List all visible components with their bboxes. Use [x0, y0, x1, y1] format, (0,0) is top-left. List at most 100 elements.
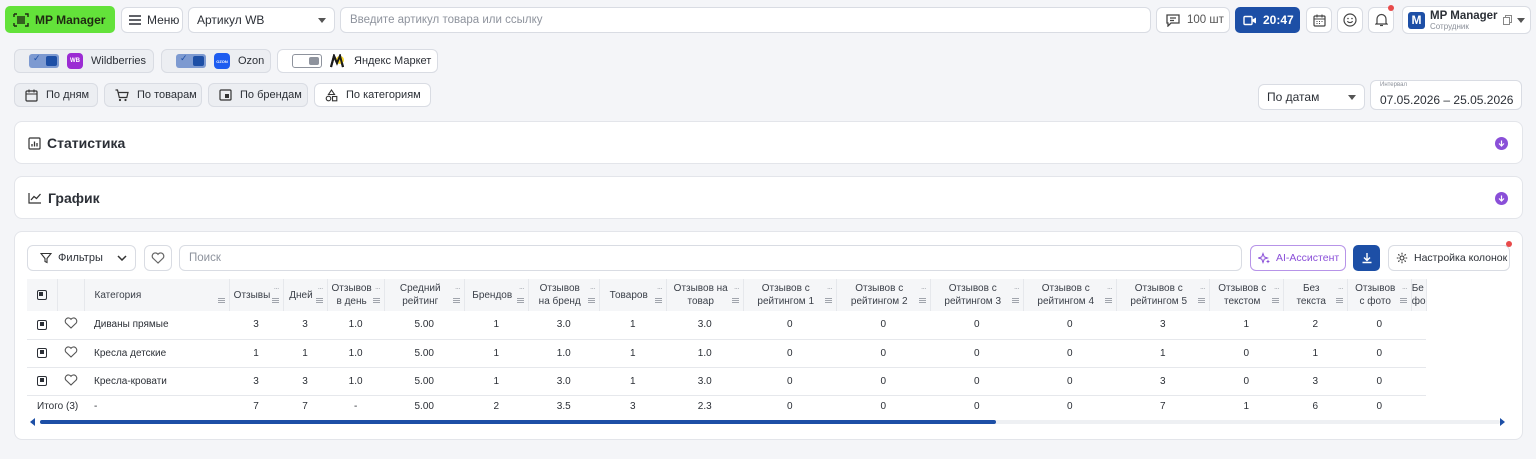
column-menu-icon[interactable] [315, 298, 323, 303]
total-cell: 3 [629, 401, 636, 413]
download-button[interactable] [1353, 245, 1380, 271]
articul-select[interactable]: Артикул WB [188, 7, 335, 33]
column-menu-icon[interactable] [731, 298, 739, 303]
row-favorite-cell[interactable] [57, 339, 84, 368]
menu-button[interactable]: Меню [121, 7, 183, 33]
column-header[interactable]: Отзывов с рейтингом 4 ··· [1023, 279, 1117, 311]
messages-count-button[interactable]: 100 шт [1156, 7, 1230, 33]
column-header[interactable]: Отзывов с рейтингом 3 ··· [930, 279, 1024, 311]
tab-by-products[interactable]: По товарам [104, 83, 202, 107]
column-header[interactable]: Отзывов с рейтингом 1 ··· [743, 279, 837, 311]
marketplace-label: Яндекс Маркет [354, 55, 432, 67]
scroll-right-icon[interactable] [1500, 418, 1506, 426]
heart-icon[interactable] [64, 317, 78, 330]
table-cell: 0 [1209, 339, 1284, 368]
date-interval-input[interactable]: Интервал 07.05.2026 – 25.05.2026 [1370, 80, 1522, 110]
column-menu-icon[interactable] [918, 298, 926, 303]
article-search-input[interactable]: Введите артикул товара или ссылку [340, 7, 1151, 33]
column-menu-icon[interactable] [824, 298, 832, 303]
interval-value: 07.05.2026 – 25.05.2026 [1380, 93, 1514, 107]
column-header[interactable]: Отзывов с рейтингом 5 ··· [1116, 279, 1210, 311]
table-row[interactable]: Кресла-кровати 3 3 1.0 5.00 1 3.0 1 3.0 0 0 0 0 3 0 3 0 [27, 367, 1427, 396]
column-header[interactable]: Дней ··· [283, 279, 328, 311]
column-header[interactable]: Категория [84, 279, 230, 311]
marketplace-toggle-wildberries[interactable]: WB Wildberries [14, 49, 154, 73]
select-all-cell[interactable] [27, 279, 58, 311]
row-select-cell[interactable] [27, 339, 57, 368]
favorites-filter-button[interactable] [144, 245, 172, 271]
app-logo[interactable]: MP Manager [5, 6, 115, 33]
column-menu-icon[interactable] [372, 298, 380, 303]
row-favorite-cell[interactable] [57, 311, 84, 340]
chart-header[interactable]: График [28, 190, 100, 206]
table-cell: 3 [229, 367, 283, 396]
table-row[interactable]: Диваны прямые 3 3 1.0 5.00 1 3.0 1 3.0 0 0 0 0 3 1 2 0 [27, 311, 1427, 340]
row-select-cell[interactable] [27, 311, 57, 340]
column-menu-icon[interactable] [217, 298, 225, 303]
statistics-header[interactable]: Статистика [28, 135, 125, 151]
column-menu-icon[interactable] [1399, 298, 1407, 303]
row-checkbox[interactable] [37, 347, 47, 358]
column-menu-icon[interactable] [1335, 298, 1343, 303]
column-header[interactable]: Бе фо [1411, 279, 1427, 311]
tab-by-days[interactable]: По дням [14, 83, 98, 107]
column-header[interactable]: Отзывы ··· [229, 279, 284, 311]
video-time-button[interactable]: 20:47 [1235, 7, 1300, 33]
total-cell: 0 [1066, 401, 1073, 413]
table-row[interactable]: Кресла детские 1 1 1.0 5.00 1 1.0 1 1.0 0 0 0 0 1 0 1 0 [27, 339, 1427, 368]
profile-button[interactable]: M MP Manager Сотрудник [1402, 6, 1531, 34]
ai-assistant-button[interactable]: AI-Ассистент [1250, 245, 1346, 271]
column-menu-icon[interactable] [452, 298, 460, 303]
table-cell: 0 [836, 339, 931, 368]
toggle-switch[interactable] [29, 53, 59, 68]
column-menu-icon[interactable] [1197, 298, 1205, 303]
total-cell: 7 [253, 401, 259, 413]
period-select[interactable]: По датам [1258, 84, 1365, 110]
column-header[interactable]: Товаров ··· [599, 279, 667, 311]
filters-button[interactable]: Фильтры [27, 245, 136, 271]
column-header[interactable]: Брендов ··· [464, 279, 529, 311]
notifications-button[interactable] [1368, 5, 1394, 33]
tab-by-brands[interactable]: По брендам [208, 83, 308, 107]
table-cell: 3 [1116, 311, 1210, 340]
expand-chart-button[interactable] [1495, 192, 1508, 205]
column-header[interactable]: Отзывов с рейтингом 2 ··· [836, 279, 931, 311]
chevron-down-icon [117, 255, 127, 261]
column-menu-icon[interactable] [587, 298, 595, 303]
tab-by-categories[interactable]: По категориям [314, 83, 431, 107]
heart-icon[interactable] [64, 373, 78, 386]
heart-icon[interactable] [64, 345, 78, 358]
column-menu-icon[interactable] [1011, 298, 1019, 303]
row-checkbox[interactable] [37, 375, 47, 386]
table-cell: 1 [599, 367, 667, 396]
total-cell: 0 [973, 401, 980, 413]
table-search-input[interactable]: Поиск [179, 245, 1242, 271]
column-menu-icon[interactable] [654, 298, 662, 303]
row-favorite-cell[interactable] [57, 367, 84, 396]
horizontal-scrollbar-thumb[interactable] [40, 420, 996, 424]
column-header[interactable]: Отзывов на бренд ··· [528, 279, 600, 311]
column-header[interactable]: Без текста ··· [1283, 279, 1348, 311]
column-header[interactable]: Отзывов с текстом ··· [1209, 279, 1284, 311]
toggle-switch[interactable] [292, 54, 322, 68]
column-header[interactable]: Отзывов с фото ··· [1347, 279, 1412, 311]
column-header[interactable]: Средний рейтинг ··· [384, 279, 465, 311]
column-header[interactable]: Отзывов на товар ··· [666, 279, 744, 311]
select-all-checkbox[interactable] [36, 289, 47, 300]
scroll-left-icon[interactable] [30, 418, 36, 426]
calendar-button[interactable] [1306, 7, 1332, 33]
column-menu-icon[interactable] [1271, 298, 1279, 303]
column-menu-icon[interactable] [516, 298, 524, 303]
marketplace-toggle-yandex[interactable]: Яндекс Маркет [277, 49, 438, 73]
marketplace-toggle-ozon[interactable]: OZON Ozon [161, 49, 271, 73]
row-checkbox[interactable] [37, 319, 47, 330]
column-menu-icon[interactable] [271, 298, 279, 303]
row-select-cell[interactable] [27, 367, 57, 396]
table-cell: 0 [1023, 311, 1117, 340]
emoji-button[interactable] [1337, 7, 1363, 33]
expand-statistics-button[interactable] [1495, 137, 1508, 150]
column-header[interactable]: Отзывов в день ··· [327, 279, 385, 311]
toggle-switch[interactable] [176, 53, 206, 68]
column-settings-button[interactable]: Настройка колонок [1388, 245, 1510, 271]
column-menu-icon[interactable] [1104, 298, 1112, 303]
